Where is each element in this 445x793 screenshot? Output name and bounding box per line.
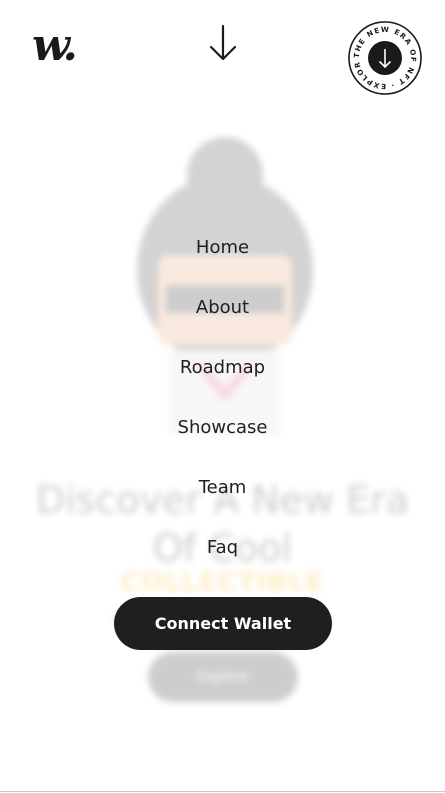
menu-item-faq[interactable]: Faq: [0, 522, 445, 582]
nav-menu: Home About Roadmap Showcase Team Faq: [0, 222, 445, 582]
down-arrow-icon[interactable]: [207, 22, 239, 64]
menu-item-about[interactable]: About: [0, 282, 445, 342]
brand-logo[interactable]: w.: [32, 20, 78, 72]
explore-badge[interactable]: THE NEW ERA OF NFT · EXPLORE ·: [347, 20, 423, 96]
menu-item-home[interactable]: Home: [0, 222, 445, 282]
explore-button: Explore: [148, 652, 298, 702]
menu-item-roadmap[interactable]: Roadmap: [0, 342, 445, 402]
menu-item-team[interactable]: Team: [0, 462, 445, 522]
connect-wallet-button[interactable]: Connect Wallet: [114, 597, 332, 650]
menu-item-showcase[interactable]: Showcase: [0, 402, 445, 462]
bottom-divider: [0, 791, 445, 792]
